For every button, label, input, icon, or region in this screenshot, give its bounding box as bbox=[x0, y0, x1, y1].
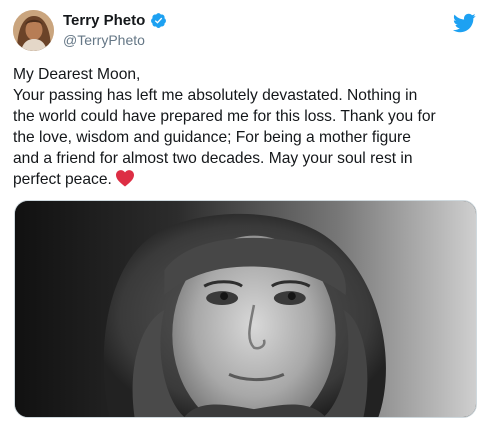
twitter-bird-icon[interactable] bbox=[452, 11, 476, 35]
author-display-name[interactable]: Terry Pheto bbox=[63, 12, 145, 29]
tweet-line: and a friend for almost two decades. May… bbox=[13, 150, 413, 167]
tweet-line: Your passing has left me absolutely deva… bbox=[13, 87, 418, 104]
tweet-line: perfect peace. bbox=[13, 171, 112, 188]
author-handle[interactable]: @TerryPheto bbox=[63, 32, 145, 48]
tweet-line: My Dearest Moon, bbox=[13, 66, 141, 83]
tweet-line: the world could have prepared me for thi… bbox=[13, 108, 436, 125]
tweet-card: Terry Pheto @TerryPheto My Dearest Moon,… bbox=[0, 0, 489, 424]
red-heart-icon bbox=[115, 170, 134, 187]
verified-badge-icon bbox=[151, 13, 167, 28]
author-avatar[interactable] bbox=[13, 10, 54, 51]
avatar-image bbox=[13, 10, 54, 51]
author-name-row: Terry Pheto bbox=[63, 12, 167, 29]
portrait-photo bbox=[15, 201, 476, 417]
tweet-photo[interactable] bbox=[14, 200, 477, 418]
tweet-last-line: perfect peace. bbox=[13, 169, 479, 190]
tweet-body: My Dearest Moon, Your passing has left m… bbox=[13, 64, 479, 190]
tweet-line: the love, wisdom and guidance; For being… bbox=[13, 129, 411, 146]
